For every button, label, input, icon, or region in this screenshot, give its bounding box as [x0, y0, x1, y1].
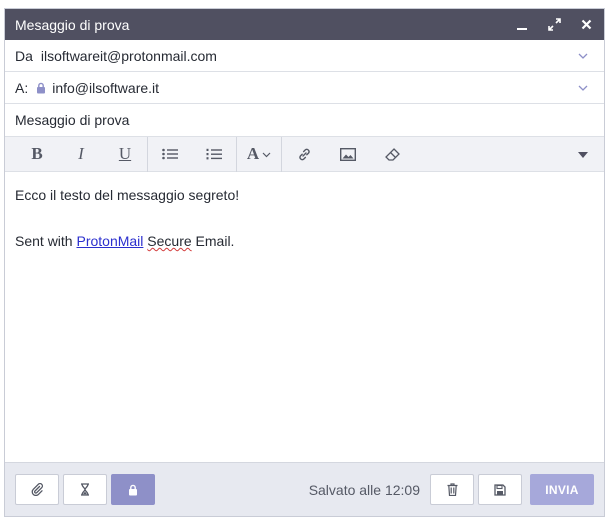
numbered-list-button[interactable]: [192, 136, 237, 172]
signature: Sent with ProtonMail Secure Email.: [15, 230, 594, 253]
numbered-list-icon: [206, 148, 222, 159]
delete-draft-button[interactable]: [430, 474, 474, 505]
more-options-button[interactable]: [578, 137, 588, 172]
composer-window: Mesaggio di prova Da ilsoftwareit@proton…: [4, 8, 605, 517]
floppy-icon: [494, 483, 506, 496]
bold-button[interactable]: B: [15, 137, 59, 172]
eraser-icon: [384, 147, 400, 161]
italic-button[interactable]: I: [59, 137, 103, 172]
lock-icon: [36, 82, 46, 94]
underline-icon: U: [118, 144, 132, 163]
saved-status: Salvato alle 12:09: [308, 481, 420, 498]
hourglass-icon: [81, 483, 89, 496]
trash-icon: [447, 483, 457, 496]
signature-suffix: Email.: [191, 233, 235, 249]
encrypt-button[interactable]: [111, 474, 155, 505]
italic-icon: I: [78, 144, 84, 163]
expand-icon: [547, 18, 561, 31]
body-line: Ecco il testo del messaggio segreto!: [15, 187, 240, 203]
window-actions: [513, 16, 595, 34]
signature-secure: Secure: [147, 233, 192, 249]
composer-titlebar: Mesaggio di prova: [5, 9, 604, 40]
bold-icon: B: [31, 144, 43, 163]
minimize-icon: [517, 27, 527, 30]
subject-text: Mesaggio di prova: [15, 112, 130, 128]
bullet-list-button[interactable]: [148, 137, 192, 172]
save-draft-button[interactable]: [478, 474, 522, 505]
to-label: A:: [15, 79, 29, 96]
subject-field[interactable]: Mesaggio di prova: [5, 104, 604, 137]
signature-prefix: Sent with: [15, 233, 77, 249]
close-icon: [581, 19, 591, 30]
attach-button[interactable]: [15, 474, 59, 505]
to-recipient[interactable]: info@ilsoftware.it: [52, 80, 159, 96]
clear-format-button[interactable]: [370, 137, 414, 172]
from-row[interactable]: Da ilsoftwareit@protonmail.com: [5, 40, 604, 72]
to-row[interactable]: A: info@ilsoftware.it: [5, 72, 604, 104]
from-label: Da: [15, 47, 33, 64]
paperclip-icon: [31, 483, 43, 496]
font-size-button[interactable]: A: [237, 136, 282, 172]
chevron-down-icon[interactable]: [578, 48, 588, 64]
chevron-down-icon[interactable]: [578, 80, 588, 96]
link-icon: [298, 148, 310, 160]
format-toolbar: B I U A: [5, 136, 604, 172]
expand-button[interactable]: [545, 16, 563, 34]
underline-button[interactable]: U: [103, 136, 148, 172]
from-address: ilsoftwareit@protonmail.com: [40, 47, 217, 64]
insert-image-button[interactable]: [326, 137, 370, 172]
minimize-button[interactable]: [513, 16, 531, 34]
chevron-down-icon: [262, 152, 271, 157]
caret-down-icon: [578, 151, 588, 158]
insert-link-button[interactable]: [282, 137, 326, 172]
expiration-button[interactable]: [63, 474, 107, 505]
font-icon: A: [246, 144, 260, 163]
protonmail-link[interactable]: ProtonMail: [76, 233, 143, 249]
close-button[interactable]: [577, 16, 595, 34]
send-button[interactable]: INVIA: [530, 474, 594, 505]
message-body[interactable]: Ecco il testo del messaggio segreto! Sen…: [5, 172, 604, 462]
composer-footer: Salvato alle 12:09 INVIA: [5, 462, 604, 516]
image-icon: [340, 147, 356, 161]
bullet-list-icon: [162, 148, 178, 160]
lock-icon: [129, 484, 137, 495]
window-title: Mesaggio di prova: [15, 16, 130, 33]
